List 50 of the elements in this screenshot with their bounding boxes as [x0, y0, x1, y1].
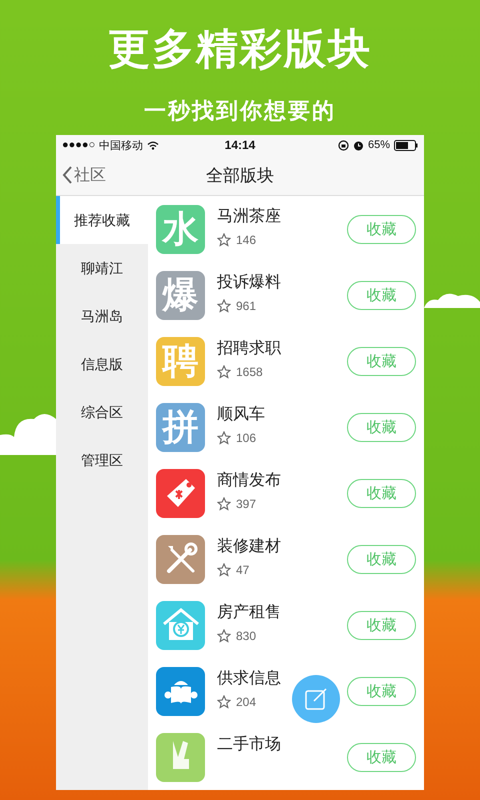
sidebar-item[interactable]: 马洲岛 — [56, 292, 148, 340]
star-icon — [217, 431, 231, 445]
favorite-count: 204 — [236, 695, 256, 709]
board-name[interactable]: 投诉爆料 — [217, 273, 347, 293]
battery-percent: 65% — [368, 139, 390, 151]
board-name[interactable]: 房产租售 — [217, 603, 347, 623]
star-icon — [217, 497, 231, 511]
board-name[interactable]: 供求信息 — [217, 669, 347, 689]
sidebar-item[interactable]: 聊靖江 — [56, 244, 148, 292]
alarm-clock-icon — [352, 140, 364, 150]
rotation-lock-icon — [338, 140, 349, 150]
star-icon — [217, 563, 231, 577]
star-icon — [217, 299, 231, 313]
favorite-count: 1658 — [236, 365, 263, 379]
board-name[interactable]: 招聘求职 — [217, 339, 347, 359]
back-chevron-icon — [62, 166, 72, 184]
favorite-count: 106 — [236, 431, 256, 445]
back-button[interactable]: 社区 — [56, 164, 112, 186]
sidebar-item[interactable]: 推荐收藏 — [56, 196, 148, 244]
house-drawing — [162, 607, 200, 643]
sidebar-item[interactable]: 管理区 — [56, 436, 148, 484]
board-name[interactable]: 顺风车 — [217, 405, 347, 425]
board-logo: 水 — [156, 204, 205, 254]
board-name[interactable]: 二手市场 — [217, 735, 347, 755]
favorite-count: 146 — [236, 233, 256, 247]
sidebar-item[interactable]: 信息版 — [56, 340, 148, 388]
battery-icon — [394, 140, 418, 150]
promo-headline: 更多精彩版块 — [108, 24, 372, 74]
favorite-count: 397 — [236, 497, 256, 511]
board-name[interactable]: 商情发布 — [217, 471, 347, 491]
carrier-name: 中国移动 — [99, 138, 144, 152]
board-logo: 爆 — [156, 270, 205, 320]
favorite-count: 830 — [236, 629, 256, 643]
star-icon — [217, 629, 231, 643]
star-icon — [217, 365, 231, 379]
board-logo: 聘 — [156, 336, 205, 386]
favorite-count: 47 — [236, 563, 250, 577]
promo-subtitle: 一秒找到你想要的 — [144, 97, 336, 125]
board-name[interactable]: 装修建材 — [217, 537, 347, 557]
status-time: 14:14 — [224, 138, 256, 152]
board-name[interactable]: 马洲茶座 — [217, 207, 347, 227]
wifi-icon — [147, 140, 160, 150]
edit-icon — [304, 687, 328, 711]
star-icon — [217, 695, 231, 709]
sidebar-item[interactable]: 综合区 — [56, 388, 148, 436]
screen-title: 全部版块 — [206, 166, 274, 184]
star-icon — [217, 233, 231, 247]
favorite-count: 961 — [236, 299, 256, 313]
board-logo: 拼 — [156, 402, 205, 452]
signal-dots: ●●●●○ — [62, 139, 96, 151]
